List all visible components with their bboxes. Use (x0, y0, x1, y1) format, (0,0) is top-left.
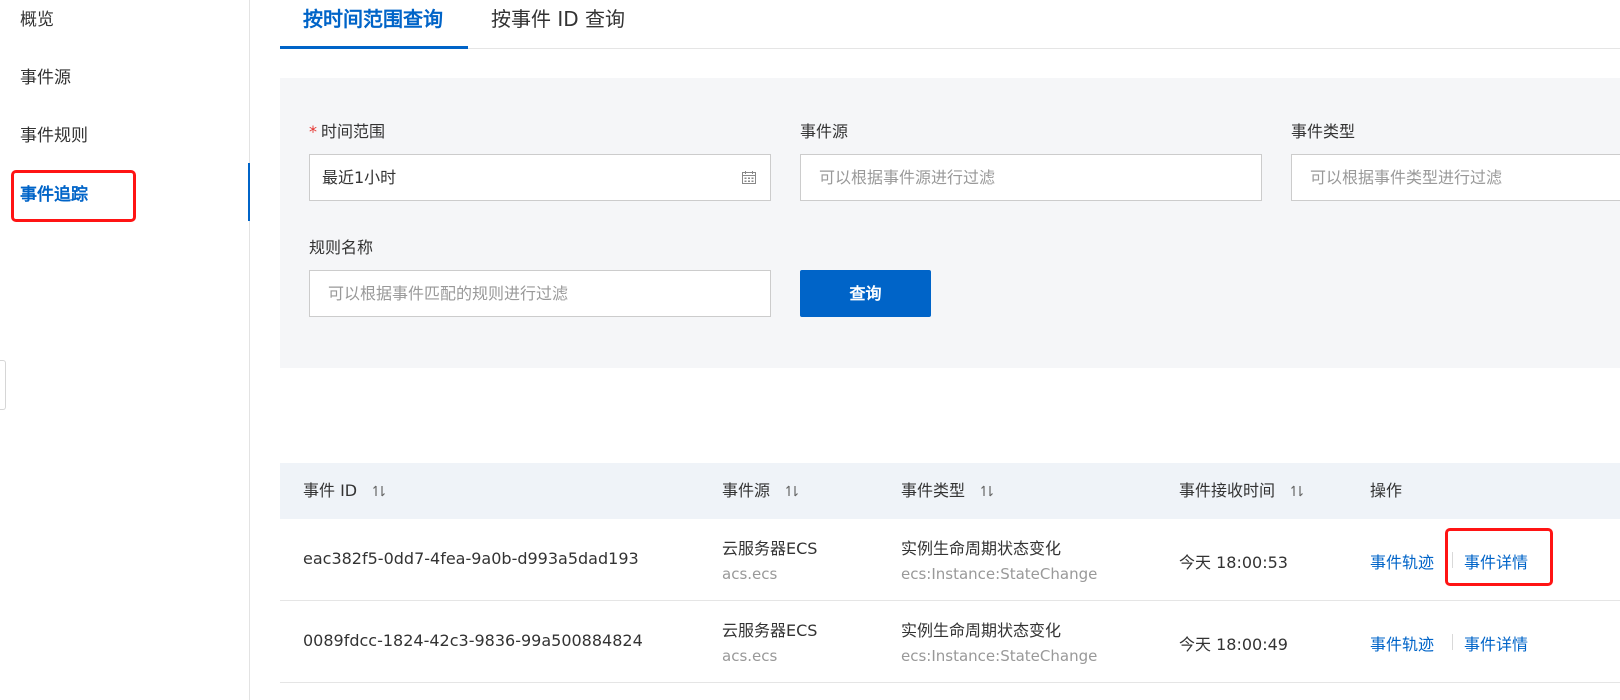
column-header-label: 事件源 (722, 481, 771, 500)
column-header-event-type[interactable]: 事件类型 (901, 463, 994, 519)
receive-time-cell: 今天 18:00:53 (1179, 553, 1288, 572)
sort-icon[interactable] (1290, 484, 1304, 498)
event-type-cell: 实例生命周期状态变化 (901, 621, 1062, 640)
sidebar-item-event-tracking[interactable]: 事件追踪 (20, 180, 88, 210)
time-range-label: * 时间范围 (309, 120, 385, 144)
sidebar-item-overview[interactable]: 概览 (20, 5, 54, 35)
event-type-code: ecs:Instance:StateChange (901, 647, 1098, 665)
tab-time-range-query[interactable]: 按时间范围查询 (303, 0, 443, 48)
filter-panel: * 时间范围 最近1小时 事件源 可以根据事件源进行过滤 事件类型 可以根据事件类… (280, 78, 1620, 368)
table-row: 0089fdcc-1824-42c3-9836-99a500884824 云服务… (280, 601, 1620, 683)
tab-bar: 按时间范围查询 按事件 ID 查询 (280, 0, 1620, 49)
event-id-cell: eac382f5-0dd7-4fea-9a0b-d993a5dad193 (303, 549, 639, 568)
column-header-label: 事件 ID (303, 481, 358, 500)
event-type-cell: 实例生命周期状态变化 (901, 539, 1062, 558)
event-source-cell: 云服务器ECS (722, 539, 818, 558)
column-header-event-id[interactable]: 事件 ID (303, 463, 386, 519)
event-type-label: 事件类型 (1291, 122, 1356, 141)
table-header: 事件 ID 事件源 事件类型 事件接收时间 操作 (280, 463, 1620, 519)
table-row: eac382f5-0dd7-4fea-9a0b-d993a5dad193 云服务… (280, 519, 1620, 601)
time-range-value: 最近1小时 (322, 168, 397, 187)
event-trace-link[interactable]: 事件轨迹 (1370, 549, 1434, 573)
sidebar: 概览 事件源 事件规则 事件追踪 (0, 0, 250, 700)
event-detail-link[interactable]: 事件详情 (1464, 549, 1528, 573)
column-header-event-source[interactable]: 事件源 (722, 463, 799, 519)
column-header-label: 事件接收时间 (1179, 481, 1276, 500)
sort-icon[interactable] (372, 484, 386, 498)
column-header-receive-time[interactable]: 事件接收时间 (1179, 463, 1304, 519)
action-separator (1452, 634, 1453, 650)
event-source-code: acs.ecs (722, 565, 778, 583)
event-type-code: ecs:Instance:StateChange (901, 565, 1098, 583)
event-detail-link[interactable]: 事件详情 (1464, 631, 1528, 655)
event-type-input[interactable]: 可以根据事件类型进行过滤 (1291, 154, 1620, 201)
sidebar-item-event-source[interactable]: 事件源 (20, 63, 71, 93)
sidebar-item-event-rules[interactable]: 事件规则 (20, 121, 88, 151)
event-id-cell: 0089fdcc-1824-42c3-9836-99a500884824 (303, 631, 643, 650)
rule-name-input[interactable]: 可以根据事件匹配的规则进行过滤 (309, 270, 771, 317)
page: 概览 事件源 事件规则 事件追踪 按时间范围查询 按事件 ID 查询 * 时间范围… (0, 0, 1620, 700)
column-header-label: 事件类型 (901, 481, 966, 500)
receive-time-cell: 今天 18:00:49 (1179, 635, 1288, 654)
calendar-icon (742, 171, 756, 184)
time-range-picker[interactable]: 最近1小时 (309, 154, 771, 201)
event-trace-link[interactable]: 事件轨迹 (1370, 631, 1434, 655)
event-source-label: 事件源 (800, 122, 849, 141)
event-source-input[interactable]: 可以根据事件源进行过滤 (800, 154, 1262, 201)
sort-icon[interactable] (980, 484, 994, 498)
column-header-actions: 操作 (1370, 481, 1403, 500)
tab-event-id-query[interactable]: 按事件 ID 查询 (491, 0, 625, 48)
tab-active-underline (280, 46, 468, 49)
sidebar-collapse-handle[interactable] (0, 360, 6, 410)
action-separator (1452, 552, 1453, 568)
time-range-label-text: 时间范围 (321, 122, 386, 141)
event-source-code: acs.ecs (722, 647, 778, 665)
query-button[interactable]: 查询 (800, 270, 931, 317)
active-nav-indicator (248, 163, 250, 221)
event-source-cell: 云服务器ECS (722, 621, 818, 640)
required-mark: * (309, 122, 317, 141)
rule-name-label: 规则名称 (309, 238, 374, 257)
sort-icon[interactable] (785, 484, 799, 498)
